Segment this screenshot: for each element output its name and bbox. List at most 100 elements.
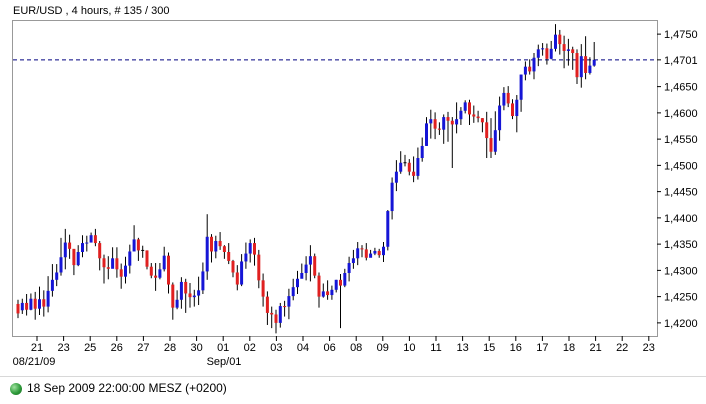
- candle-body: [339, 279, 342, 286]
- candle-body: [33, 298, 37, 309]
- x-tick-label: 08: [350, 342, 362, 354]
- candle-body: [72, 248, 76, 266]
- x-sublabel: 08/21/09: [13, 356, 56, 368]
- x-tick-label: 02: [244, 342, 256, 354]
- candle-body: [554, 34, 557, 49]
- x-tick-label: 06: [323, 342, 335, 354]
- x-sublabel: Sep/01: [207, 356, 242, 368]
- candle-body: [468, 102, 471, 115]
- candle-body: [429, 119, 433, 124]
- candle-body: [433, 119, 437, 129]
- candle-body: [149, 266, 153, 276]
- candle-body: [235, 272, 239, 285]
- candle-body: [584, 56, 588, 73]
- y-axis: 1,4200 1,4250 1,4300 1,4350 1,4400 1,4450 1,45…: [657, 29, 698, 330]
- candle-body: [115, 258, 119, 270]
- candle-body: [308, 256, 312, 265]
- x-tick-label: 28: [164, 342, 176, 354]
- x-tick-label: 10: [403, 342, 415, 354]
- candle-body: [442, 117, 446, 130]
- y-tick-label: 1,4250: [664, 292, 698, 304]
- candle-body: [343, 273, 347, 286]
- candle-body: [416, 158, 420, 176]
- candle-body: [549, 48, 553, 59]
- candle-body: [455, 119, 459, 125]
- status-text: 18 Sep 2009 22:00:00 MESZ (+0200): [27, 381, 227, 395]
- candle-body: [369, 253, 373, 258]
- candle-body: [119, 269, 123, 277]
- y-tick-label: 1,4600: [664, 108, 698, 120]
- candle-body: [562, 44, 566, 51]
- candle-body: [493, 130, 497, 152]
- candle-body: [480, 118, 484, 123]
- candle-body: [227, 252, 231, 261]
- candle-body: [68, 242, 72, 249]
- candle-body: [287, 296, 291, 307]
- candle-body: [313, 256, 317, 276]
- candle-body: [184, 281, 188, 294]
- chart-canvas: EUR/USD , 4 hours, # 135 / 300 1,42001,4…: [12, 5, 698, 368]
- candle-body: [459, 110, 463, 120]
- candle-body: [167, 255, 170, 285]
- candle-body: [274, 314, 278, 323]
- chart-title: EUR/USD , 4 hours, # 135 / 300: [13, 5, 170, 17]
- candle: [145, 250, 149, 270]
- candle-body: [317, 275, 321, 297]
- candle-body: [571, 49, 575, 54]
- candle-body: [334, 279, 338, 290]
- y-tick-label: 1,4750: [664, 29, 698, 41]
- candle-body: [399, 162, 403, 172]
- candle-body: [283, 306, 287, 308]
- candle-body: [566, 49, 570, 51]
- candle-body: [222, 246, 226, 252]
- candle-body: [545, 48, 549, 59]
- candle-body: [300, 273, 304, 279]
- candle: [313, 253, 317, 279]
- candle-body: [321, 291, 325, 297]
- candle-body: [330, 289, 334, 296]
- connection-status-icon: [10, 383, 22, 395]
- candle-body: [360, 248, 364, 250]
- candle-body: [390, 182, 394, 212]
- candle-body: [558, 34, 562, 45]
- y-tick-label: 1,4500: [664, 160, 698, 172]
- candle-body: [98, 243, 102, 259]
- candle-body: [523, 66, 527, 75]
- candle-body: [50, 279, 54, 291]
- candle-body: [240, 261, 244, 285]
- candle-body: [205, 236, 209, 272]
- candle-body: [63, 242, 67, 258]
- candle-body: [347, 263, 351, 273]
- candle: [386, 210, 390, 251]
- candle-body: [296, 278, 299, 288]
- candle-body: [377, 250, 381, 256]
- candle-body: [485, 122, 489, 139]
- candle-body: [128, 251, 132, 266]
- x-tick-label: 25: [84, 342, 96, 354]
- y-tick-label: 1,4400: [664, 213, 698, 225]
- candle-body: [463, 102, 467, 111]
- candle-body: [145, 250, 149, 267]
- candle-body: [102, 258, 106, 268]
- candle-body: [179, 281, 183, 300]
- y-tick-label: 1,4450: [664, 187, 698, 199]
- candle-body: [46, 290, 50, 307]
- x-tick-label: 23: [643, 342, 655, 354]
- candle-body: [592, 59, 596, 66]
- candle-body: [515, 99, 519, 117]
- candle-body: [450, 120, 454, 125]
- candle-body: [111, 258, 115, 269]
- candle-body: [158, 269, 162, 278]
- candle-body: [351, 258, 355, 264]
- x-tick-label: 11: [430, 342, 441, 354]
- candle-body: [154, 275, 158, 278]
- candle-body: [326, 291, 330, 296]
- x-tick-label: 22: [616, 342, 628, 354]
- candle-body: [407, 162, 411, 172]
- candle-body: [175, 299, 179, 308]
- y-tick-label: 1,4350: [664, 239, 698, 251]
- candle-body: [476, 116, 480, 119]
- candle-body: [81, 243, 84, 252]
- x-tick-label: 01: [217, 342, 229, 354]
- candle-body: [472, 114, 476, 117]
